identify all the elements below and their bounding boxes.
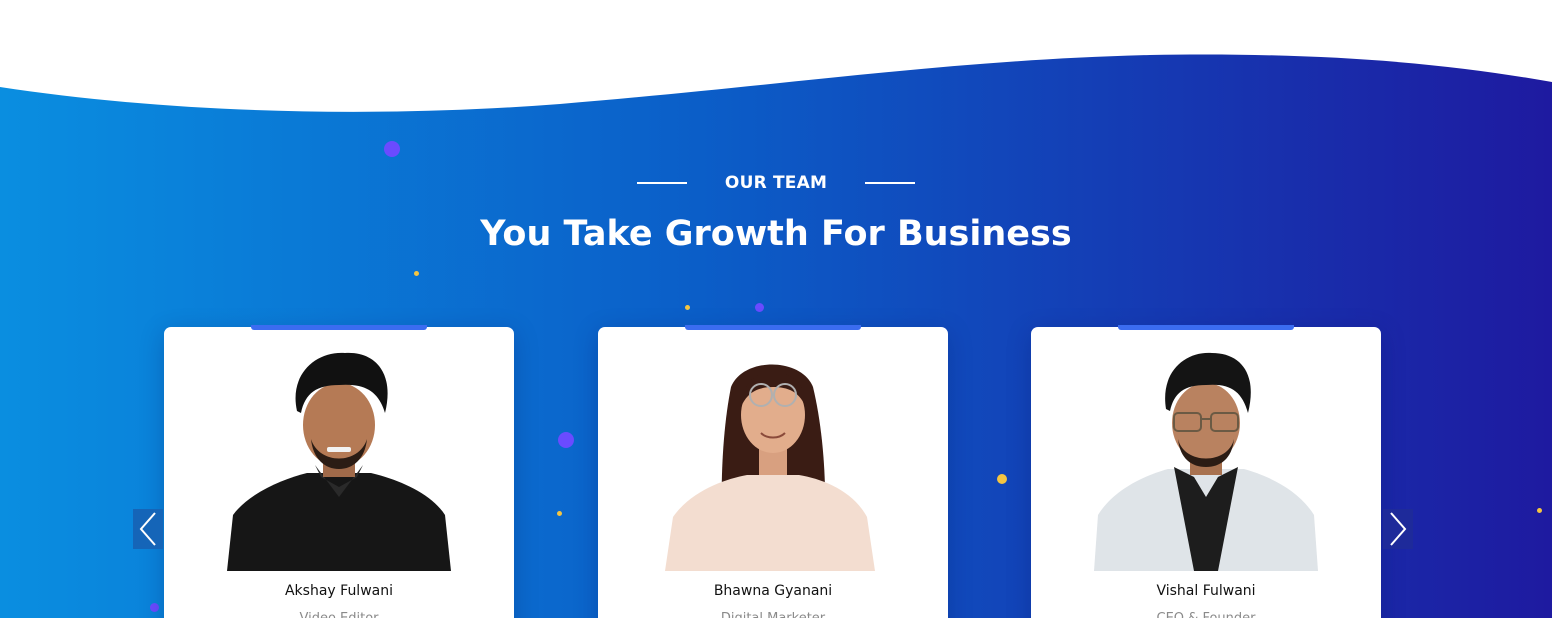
member-name: Bhawna Gyanani [713, 583, 833, 599]
member-photo [661, 347, 885, 571]
decor-dot [150, 603, 159, 612]
section-heading: OUR TEAM You Take Growth For Business [0, 168, 1552, 256]
member-photo [1094, 347, 1318, 571]
eyebrow-row: OUR TEAM [0, 168, 1552, 198]
team-card[interactable]: Bhawna Gyanani Digital Marketer [598, 325, 948, 618]
carousel-prev-button[interactable] [133, 509, 163, 549]
section-title: You Take Growth For Business [480, 214, 1072, 254]
card-accent-bar [685, 325, 861, 330]
decor-dot [384, 141, 400, 157]
section-eyebrow: OUR TEAM [724, 173, 828, 193]
member-role: Digital Marketer [598, 611, 948, 618]
eyebrow-divider-left [636, 182, 687, 184]
decor-dot [557, 511, 562, 516]
carousel-next-button[interactable] [1383, 509, 1413, 549]
decor-dot [755, 303, 764, 312]
team-card[interactable]: Akshay Fulwani Video Editor [164, 325, 514, 618]
decor-dot [1537, 508, 1542, 513]
chevron-left-icon [139, 512, 156, 546]
team-card[interactable]: Vishal Fulwani CEO & Founder [1031, 325, 1381, 618]
member-role: CEO & Founder [1031, 611, 1381, 618]
member-role: Video Editor [164, 611, 514, 618]
member-name: Akshay Fulwani [284, 583, 393, 599]
card-accent-bar [251, 325, 427, 330]
card-accent-bar [1118, 325, 1294, 330]
team-section: OUR TEAM You Take Growth For Business Ak… [0, 0, 1552, 618]
decor-dot [997, 474, 1007, 484]
decor-dot [558, 432, 574, 448]
decor-dot [685, 305, 690, 310]
decor-dot [414, 271, 419, 276]
member-photo [227, 347, 451, 571]
member-name: Vishal Fulwani [1156, 583, 1256, 599]
eyebrow-divider-right [865, 182, 916, 184]
chevron-right-icon [1390, 512, 1407, 546]
